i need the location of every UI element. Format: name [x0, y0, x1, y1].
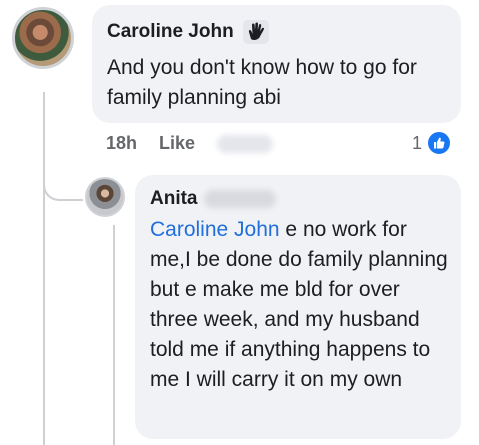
reply-thread-line [113, 225, 115, 445]
reaction-count: 1 [412, 132, 423, 153]
comment-bubble: Caroline John And you don't know how to … [92, 5, 461, 123]
comment-author-name[interactable]: Caroline John [107, 20, 234, 44]
comment-author[interactable]: Caroline John [107, 19, 447, 45]
comment-text: And you don't know how to go for family … [107, 56, 417, 109]
reply-body: e no work for me,I be done do family pla… [150, 218, 448, 391]
reply-avatar[interactable] [85, 177, 125, 217]
reply-bubble: Anita Caroline John e no work for me,I b… [135, 175, 461, 439]
avatar[interactable] [12, 7, 74, 69]
reply-author-name[interactable]: Anita [150, 187, 198, 211]
like-button[interactable]: Like [159, 133, 195, 154]
thread-line [43, 92, 45, 445]
like-thumb-icon [426, 130, 453, 156]
reply-author[interactable]: Anita [150, 187, 449, 211]
reply-text: Caroline John e no work for me,I be done… [150, 215, 449, 395]
comment-actions: 18h Like [106, 133, 274, 154]
comment-timestamp[interactable]: 18h [106, 133, 137, 154]
redacted-surname [203, 190, 276, 208]
reaction-summary[interactable]: 1 [412, 130, 453, 156]
thread-connector [43, 171, 83, 201]
reply-button-redacted[interactable] [217, 134, 274, 153]
mention-link[interactable]: Caroline John [150, 218, 280, 241]
waving-hand-icon [242, 19, 270, 45]
